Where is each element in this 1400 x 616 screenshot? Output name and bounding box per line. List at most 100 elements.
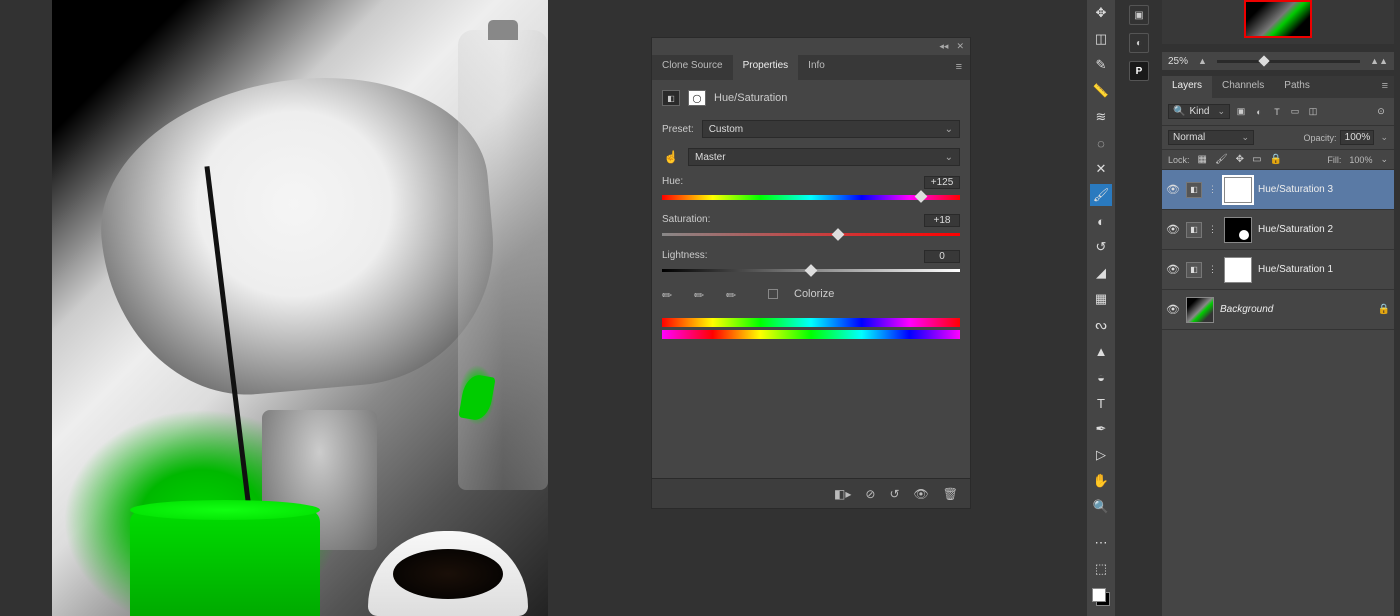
lock-position-icon[interactable]: ✥ bbox=[1236, 154, 1244, 165]
eyedropper-tool-icon[interactable]: ✎ bbox=[1090, 54, 1112, 76]
zoom-slider[interactable] bbox=[1217, 60, 1360, 63]
fill-value[interactable]: 100% bbox=[1349, 155, 1372, 165]
crop-tool-icon[interactable]: ◫ bbox=[1090, 28, 1112, 50]
layer-row[interactable]: 👁 ◧ ⋮ Hue/Saturation 3 bbox=[1162, 170, 1394, 210]
lasso-dotted-icon[interactable]: ◌ bbox=[1090, 132, 1112, 154]
tab-channels[interactable]: Channels bbox=[1212, 76, 1274, 98]
lock-image-icon[interactable]: 🖌 bbox=[1215, 154, 1228, 165]
move-tool-icon[interactable]: ✥ bbox=[1090, 2, 1112, 24]
layer-row[interactable]: 👁 Background 🔒 bbox=[1162, 290, 1394, 330]
panel-icon-3[interactable]: P bbox=[1129, 61, 1149, 81]
lightness-slider[interactable] bbox=[662, 269, 960, 272]
lock-all-icon[interactable]: 🔒 bbox=[1270, 154, 1282, 165]
layer-name[interactable]: Hue/Saturation 2 bbox=[1258, 224, 1333, 235]
zoom-value[interactable]: 25% bbox=[1168, 56, 1188, 67]
preset-dropdown[interactable]: Custom bbox=[702, 120, 960, 138]
tab-info[interactable]: Info bbox=[798, 55, 835, 80]
filter-smart-icon[interactable]: ◫ bbox=[1306, 105, 1320, 119]
layer-name[interactable]: Background bbox=[1220, 304, 1273, 315]
visibility-icon[interactable]: 👁 bbox=[1166, 183, 1180, 196]
filter-toggle-icon[interactable]: ⊙ bbox=[1374, 105, 1388, 119]
lightness-value[interactable]: 0 bbox=[924, 250, 960, 263]
color-range-top bbox=[662, 318, 960, 327]
collapse-icon[interactable]: ◂◂ bbox=[939, 41, 948, 52]
foreground-color-swatch[interactable] bbox=[1092, 588, 1106, 602]
eyedropper-subtract-icon[interactable]: ✎ bbox=[723, 283, 746, 306]
bucket-tool-icon[interactable]: ◒ bbox=[1090, 366, 1112, 388]
layer-row[interactable]: 👁 ◧ ⋮ Hue/Saturation 2 bbox=[1162, 210, 1394, 250]
layer-name[interactable]: Hue/Saturation 3 bbox=[1258, 184, 1333, 195]
spot-heal-icon[interactable]: ◐ bbox=[1090, 210, 1112, 232]
shuffle-icon[interactable]: ✕ bbox=[1090, 158, 1112, 180]
saturation-slider[interactable] bbox=[662, 233, 960, 236]
tab-paths[interactable]: Paths bbox=[1274, 76, 1320, 98]
filter-shape-icon[interactable]: ▭ bbox=[1288, 105, 1302, 119]
tab-layers[interactable]: Layers bbox=[1162, 76, 1212, 98]
saturation-value[interactable]: +18 bbox=[924, 214, 960, 227]
panel-menu-icon[interactable]: ≡ bbox=[948, 55, 970, 80]
targeted-adjustment-icon[interactable]: ☝ bbox=[662, 148, 680, 166]
triangle-icon[interactable]: ▲ bbox=[1090, 340, 1112, 362]
filter-pixel-icon[interactable]: ▣ bbox=[1234, 105, 1248, 119]
panel-icon-2[interactable]: ◐ bbox=[1129, 33, 1149, 53]
quick-mask-icon[interactable]: ⬚ bbox=[1090, 558, 1112, 580]
layer-mask-thumb[interactable] bbox=[1224, 217, 1252, 243]
lock-icon[interactable]: 🔒 bbox=[1378, 304, 1390, 315]
path-select-icon[interactable]: ▷ bbox=[1090, 444, 1112, 466]
visibility-icon[interactable]: 👁 bbox=[1166, 303, 1180, 316]
smudge-icon[interactable]: ᔓ bbox=[1090, 314, 1112, 336]
colorize-checkbox[interactable] bbox=[768, 289, 778, 299]
filter-type-icon[interactable]: T bbox=[1270, 105, 1284, 119]
ruler-tool-icon[interactable]: 📏 bbox=[1090, 80, 1112, 102]
layer-name[interactable]: Hue/Saturation 1 bbox=[1258, 264, 1333, 275]
layer-row[interactable]: 👁 ◧ ⋮ Hue/Saturation 1 bbox=[1162, 250, 1394, 290]
clip-to-layer-icon[interactable]: ◧▸ bbox=[834, 487, 851, 501]
gradient-tool-icon[interactable]: ▦ bbox=[1090, 288, 1112, 310]
view-previous-icon[interactable]: ⊘ bbox=[865, 487, 875, 501]
link-icon[interactable]: ⋮ bbox=[1208, 184, 1218, 195]
brush-size-icon[interactable]: ≋ bbox=[1090, 106, 1112, 128]
zoom-in-icon[interactable]: ▲▲ bbox=[1370, 56, 1388, 66]
layer-mask-thumb[interactable] bbox=[1224, 177, 1252, 203]
pen-tool-icon[interactable]: ✒ bbox=[1090, 418, 1112, 440]
hue-slider[interactable] bbox=[662, 195, 960, 200]
layer-mask-thumb[interactable] bbox=[1224, 257, 1252, 283]
fill-arrow-icon[interactable]: ⌄ bbox=[1380, 154, 1388, 165]
range-dropdown[interactable]: Master bbox=[688, 148, 960, 166]
mask-icon[interactable]: ◯ bbox=[688, 90, 706, 106]
layers-menu-icon[interactable]: ≡ bbox=[1376, 76, 1394, 98]
zoom-out-icon[interactable]: ▲ bbox=[1198, 56, 1207, 66]
hue-value[interactable]: +125 bbox=[924, 176, 960, 189]
lock-artboard-icon[interactable]: ▭ bbox=[1252, 154, 1261, 165]
filter-adjust-icon[interactable]: ◐ bbox=[1252, 105, 1266, 119]
document-canvas[interactable] bbox=[52, 0, 548, 616]
visibility-icon[interactable]: 👁 bbox=[1166, 263, 1180, 276]
delete-icon[interactable]: 🗑 bbox=[943, 487, 958, 501]
tab-clone-source[interactable]: Clone Source bbox=[652, 55, 733, 80]
opacity-arrow-icon[interactable]: ⌄ bbox=[1380, 132, 1388, 143]
more-tools-icon[interactable]: ⋯ bbox=[1090, 532, 1112, 554]
opacity-value[interactable]: 100% bbox=[1340, 130, 1374, 145]
eyedropper-add-icon[interactable]: ✎ bbox=[691, 283, 714, 306]
visibility-icon[interactable]: 👁 bbox=[1166, 223, 1180, 236]
link-icon[interactable]: ⋮ bbox=[1208, 224, 1218, 235]
brush-tool-icon[interactable]: 🖌 bbox=[1090, 184, 1112, 206]
eraser-tool-icon[interactable]: ◢ bbox=[1090, 262, 1112, 284]
tab-properties[interactable]: Properties bbox=[733, 55, 799, 80]
panel-icon-1[interactable]: ▣ bbox=[1129, 5, 1149, 25]
hand-tool-icon[interactable]: ✋ bbox=[1090, 470, 1112, 492]
toggle-visibility-icon[interactable]: 👁 bbox=[914, 487, 929, 501]
navigator-thumbnail[interactable] bbox=[1244, 0, 1312, 38]
layer-thumb[interactable] bbox=[1186, 297, 1214, 323]
color-swatch[interactable] bbox=[1092, 588, 1110, 606]
lock-transparent-icon[interactable]: ▦ bbox=[1198, 154, 1207, 165]
link-icon[interactable]: ⋮ bbox=[1208, 264, 1218, 275]
zoom-tool-icon[interactable]: 🔍 bbox=[1090, 496, 1112, 518]
blend-mode-dropdown[interactable]: Normal bbox=[1168, 130, 1254, 145]
history-brush-icon[interactable]: ↺ bbox=[1090, 236, 1112, 258]
reset-icon[interactable]: ↺ bbox=[889, 487, 899, 501]
layer-filter-dropdown[interactable]: 🔍 Kind bbox=[1168, 104, 1230, 119]
close-icon[interactable]: ✕ bbox=[956, 41, 964, 52]
type-tool-icon[interactable]: T bbox=[1090, 392, 1112, 414]
eyedropper-icon[interactable]: ✎ bbox=[659, 283, 682, 306]
